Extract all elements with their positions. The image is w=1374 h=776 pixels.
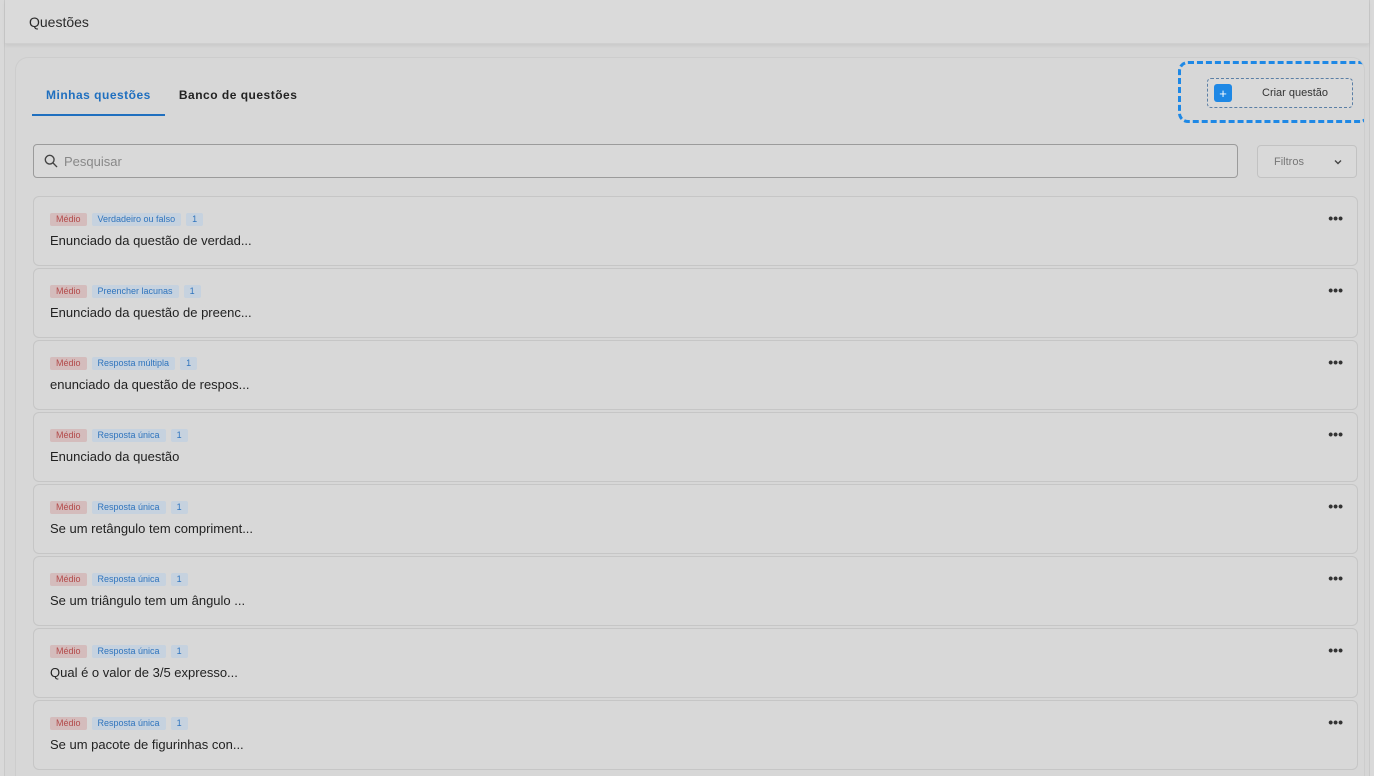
difficulty-badge: Médio xyxy=(50,573,87,586)
question-tags: Médio Resposta múltipla 1 xyxy=(50,357,198,370)
create-question-highlight: + Criar questão xyxy=(1178,61,1364,123)
plus-icon: + xyxy=(1214,84,1232,102)
difficulty-badge: Médio xyxy=(50,645,87,658)
question-statement: Se um triângulo tem um ângulo ... xyxy=(50,593,246,608)
tab-banco-de-questoes[interactable]: Banco de questões xyxy=(165,82,312,116)
question-item[interactable]: Médio Resposta única 1 Se um retângulo t… xyxy=(33,484,1358,554)
count-badge: 1 xyxy=(170,429,188,442)
tab-bar: Minhas questões Banco de questões xyxy=(32,82,311,116)
more-horizontal-icon[interactable]: ••• xyxy=(1328,211,1343,225)
question-statement: Se um pacote de figurinhas con... xyxy=(50,737,244,752)
question-item[interactable]: Médio Preencher lacunas 1 Enunciado da q… xyxy=(33,268,1358,338)
question-type-badge: Resposta única xyxy=(91,573,166,586)
question-statement: Enunciado da questão de verdad... xyxy=(50,233,252,248)
question-tags: Médio Resposta única 1 xyxy=(50,645,188,658)
page-title: Questões xyxy=(29,13,89,30)
count-badge: 1 xyxy=(170,717,188,730)
create-question-label: Criar questão xyxy=(1262,87,1329,99)
question-type-badge: Resposta única xyxy=(91,645,166,658)
question-type-badge: Resposta múltipla xyxy=(91,357,176,370)
question-tags: Médio Verdadeiro ou falso 1 xyxy=(50,213,204,226)
question-tags: Médio Resposta única 1 xyxy=(50,501,188,514)
question-statement: enunciado da questão de respos... xyxy=(50,377,250,392)
question-tags: Médio Resposta única 1 xyxy=(50,717,188,730)
difficulty-badge: Médio xyxy=(50,285,87,298)
question-statement: Se um retângulo tem compriment... xyxy=(50,521,254,536)
question-type-badge: Preencher lacunas xyxy=(91,285,179,298)
count-badge: 1 xyxy=(170,645,188,658)
filters-label: Filtros xyxy=(1274,155,1304,168)
question-statement: Enunciado da questão xyxy=(50,449,180,464)
question-type-badge: Verdadeiro ou falso xyxy=(91,213,182,226)
count-badge: 1 xyxy=(170,573,188,586)
count-badge: 1 xyxy=(180,357,198,370)
question-tags: Médio Resposta única 1 xyxy=(50,573,188,586)
question-tags: Médio Resposta única 1 xyxy=(50,429,188,442)
top-bar: Questões xyxy=(5,0,1369,44)
search-box xyxy=(33,144,1238,178)
more-horizontal-icon[interactable]: ••• xyxy=(1328,571,1343,585)
difficulty-badge: Médio xyxy=(50,213,87,226)
more-horizontal-icon[interactable]: ••• xyxy=(1328,499,1343,513)
tab-minhas-questoes[interactable]: Minhas questões xyxy=(32,82,165,116)
more-horizontal-icon[interactable]: ••• xyxy=(1328,283,1343,297)
difficulty-badge: Médio xyxy=(50,357,87,370)
question-type-badge: Resposta única xyxy=(91,717,166,730)
app-window: Questões Minhas questões Banco de questõ… xyxy=(4,0,1370,776)
question-statement: Enunciado da questão de preenc... xyxy=(50,305,252,320)
question-item[interactable]: Médio Resposta única 1 Se um pacote de f… xyxy=(33,700,1358,770)
questions-card: Minhas questões Banco de questões + Cria… xyxy=(16,58,1364,776)
question-type-badge: Resposta única xyxy=(91,501,166,514)
question-statement: Qual é o valor de 3/5 expresso... xyxy=(50,665,238,680)
chevron-down-icon xyxy=(1334,159,1342,164)
question-type-badge: Resposta única xyxy=(91,429,166,442)
filters-dropdown[interactable]: Filtros xyxy=(1257,145,1357,178)
more-horizontal-icon[interactable]: ••• xyxy=(1328,427,1343,441)
difficulty-badge: Médio xyxy=(50,501,87,514)
count-badge: 1 xyxy=(170,501,188,514)
question-item[interactable]: Médio Resposta única 1 Se um triângulo t… xyxy=(33,556,1358,626)
question-item[interactable]: Médio Resposta única 1 Qual é o valor de… xyxy=(33,628,1358,698)
question-item[interactable]: Médio Resposta única 1 Enunciado da ques… xyxy=(33,412,1358,482)
question-tags: Médio Preencher lacunas 1 xyxy=(50,285,201,298)
create-question-button[interactable]: + Criar questão xyxy=(1207,78,1353,108)
more-horizontal-icon[interactable]: ••• xyxy=(1328,355,1343,369)
more-horizontal-icon[interactable]: ••• xyxy=(1328,715,1343,729)
count-badge: 1 xyxy=(183,285,201,298)
more-horizontal-icon[interactable]: ••• xyxy=(1328,643,1343,657)
difficulty-badge: Médio xyxy=(50,429,87,442)
question-item[interactable]: Médio Verdadeiro ou falso 1 Enunciado da… xyxy=(33,196,1358,266)
question-list: Médio Verdadeiro ou falso 1 Enunciado da… xyxy=(33,196,1358,772)
difficulty-badge: Médio xyxy=(50,717,87,730)
count-badge: 1 xyxy=(186,213,204,226)
search-icon xyxy=(44,154,58,168)
question-item[interactable]: Médio Resposta múltipla 1 enunciado da q… xyxy=(33,340,1358,410)
search-input[interactable] xyxy=(64,153,1214,169)
